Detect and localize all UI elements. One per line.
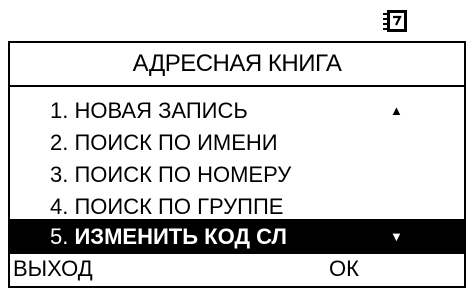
menu-item-number: 5. [50,224,69,249]
address-book-icon [383,10,407,32]
menu-item-label: НОВАЯ ЗАПИСЬ [74,98,248,123]
menu-item-label: ИЗМЕНИТЬ КОД СЛ [74,224,287,249]
scroll-down-icon: ▼ [390,229,403,244]
menu-item-number: 3. [50,162,69,187]
menu-item-label: ПОИСК ПО НОМЕРУ [74,162,292,187]
menu-item-new-entry[interactable]: 1. НОВАЯ ЗАПИСЬ ▲ [10,93,464,128]
menu-item-label: ПОИСК ПО ГРУППЕ [74,194,284,219]
softkey-bar: ВЫХОД ОК [10,251,464,286]
status-bar [0,0,474,40]
menu-item-number: 2. [50,130,69,155]
menu-item-change-service-code[interactable]: 5. ИЗМЕНИТЬ КОД СЛ ▼ [10,219,464,254]
screen-title: АДРЕСНАЯ КНИГА [10,43,464,87]
menu-item-number: 4. [50,194,69,219]
menu-item-label: ПОИСК ПО ИМЕНИ [74,130,278,155]
address-book-window: АДРЕСНАЯ КНИГА 1. НОВАЯ ЗАПИСЬ ▲ 2. ПОИС… [8,41,466,288]
scroll-up-icon: ▲ [390,103,403,118]
menu-item-number: 1. [50,98,69,123]
exit-softkey[interactable]: ВЫХОД [13,251,93,286]
menu-item-search-by-name[interactable]: 2. ПОИСК ПО ИМЕНИ [10,125,464,160]
menu-item-search-by-number[interactable]: 3. ПОИСК ПО НОМЕРУ [10,157,464,192]
ok-softkey[interactable]: ОК [329,251,359,286]
